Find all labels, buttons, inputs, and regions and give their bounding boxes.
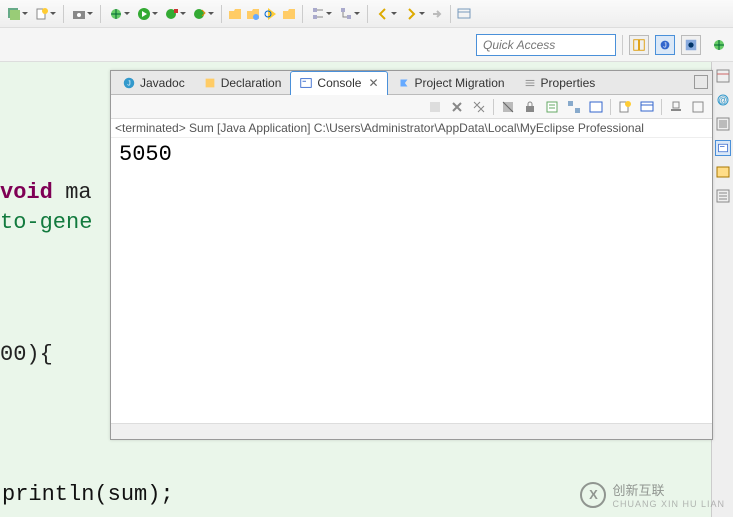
console-output[interactable]: 5050: [111, 138, 712, 423]
open-console-icon[interactable]: [588, 99, 604, 115]
debug-perspective-icon[interactable]: [681, 35, 701, 55]
tab-label: Declaration: [221, 76, 282, 90]
panel-tabstrip: J Javadoc Declaration Console ✕ Project Mi…: [111, 71, 712, 95]
code-text: ma: [52, 180, 92, 205]
tree-collapse-icon[interactable]: [310, 6, 326, 22]
nav-next-icon[interactable]: [429, 6, 445, 22]
lock-icon[interactable]: [522, 99, 538, 115]
quick-access-input[interactable]: [476, 34, 616, 56]
save-all-icon[interactable]: [6, 6, 22, 22]
tab-declaration[interactable]: Declaration: [194, 71, 291, 95]
new-console-icon[interactable]: [617, 99, 633, 115]
tab-label: Properties: [541, 76, 596, 90]
min-icon[interactable]: [668, 99, 684, 115]
launch-icon[interactable]: [711, 37, 727, 53]
console-panel: J Javadoc Declaration Console ✕ Project Mi…: [110, 70, 713, 440]
console-toolbar: [111, 95, 712, 119]
at-icon[interactable]: @: [715, 92, 731, 108]
debug-icon[interactable]: [108, 6, 124, 22]
open-perspective-icon[interactable]: [629, 35, 649, 55]
tab-label: Console: [317, 76, 361, 90]
clear-icon[interactable]: [500, 99, 516, 115]
tab-properties[interactable]: Properties: [514, 71, 605, 95]
run-last-icon[interactable]: [192, 6, 208, 22]
max-icon[interactable]: [690, 99, 706, 115]
new-icon[interactable]: [34, 6, 50, 22]
tab-console[interactable]: Console ✕: [290, 71, 387, 95]
nav-forward-icon[interactable]: [403, 6, 419, 22]
open-folder-icon[interactable]: [227, 6, 243, 22]
run-icon[interactable]: [136, 6, 152, 22]
problems-icon[interactable]: [715, 164, 731, 180]
nav-back-icon[interactable]: [375, 6, 391, 22]
code-comment: to-gene: [0, 210, 92, 235]
search-icon[interactable]: [263, 6, 279, 22]
open-type-icon[interactable]: [245, 6, 261, 22]
svg-text:J: J: [663, 42, 667, 49]
tab-label: Javadoc: [140, 76, 185, 90]
watermark-sub: CHUANG XIN HU LIAN: [612, 499, 725, 509]
svg-text:@: @: [718, 95, 727, 105]
horizontal-scrollbar[interactable]: [111, 423, 712, 439]
tab-project-migration[interactable]: Project Migration: [388, 71, 514, 95]
run-external-icon[interactable]: [164, 6, 180, 22]
outline-icon[interactable]: [715, 68, 731, 84]
blank-icon[interactable]: [427, 99, 443, 115]
watermark-brand: 创新互联: [612, 480, 725, 499]
display-selected-icon[interactable]: [639, 99, 655, 115]
quick-access-bar: J: [0, 28, 733, 62]
close-icon[interactable]: ✕: [368, 76, 378, 90]
code-keyword: void: [0, 180, 53, 205]
tab-javadoc[interactable]: J Javadoc: [113, 71, 194, 95]
tab-label: Project Migration: [415, 76, 505, 90]
tree-icon[interactable]: [566, 99, 582, 115]
svg-text:J: J: [127, 81, 131, 88]
right-icon-strip: @: [711, 62, 733, 517]
code-text: println(sum);: [2, 482, 174, 507]
tree-expand-icon[interactable]: [338, 6, 354, 22]
pin-icon[interactable]: [544, 99, 560, 115]
maximize-icon[interactable]: [715, 116, 731, 132]
console-view-icon[interactable]: [715, 140, 731, 156]
tasks-icon[interactable]: [715, 188, 731, 204]
console-status: <terminated> Sum [Java Application] C:\U…: [111, 119, 712, 138]
main-toolbar: [0, 0, 733, 28]
watermark-logo: X: [580, 482, 606, 508]
window-icon[interactable]: [456, 6, 472, 22]
remove-icon[interactable]: [449, 99, 465, 115]
open-task-icon[interactable]: [281, 6, 297, 22]
remove-all-icon[interactable]: [471, 99, 487, 115]
camera-icon[interactable]: [71, 6, 87, 22]
watermark: X 创新互联 CHUANG XIN HU LIAN: [580, 480, 725, 509]
minimize-panel-icon[interactable]: [694, 75, 708, 89]
code-text: 00){: [0, 342, 53, 367]
java-perspective-icon[interactable]: J: [655, 35, 675, 55]
